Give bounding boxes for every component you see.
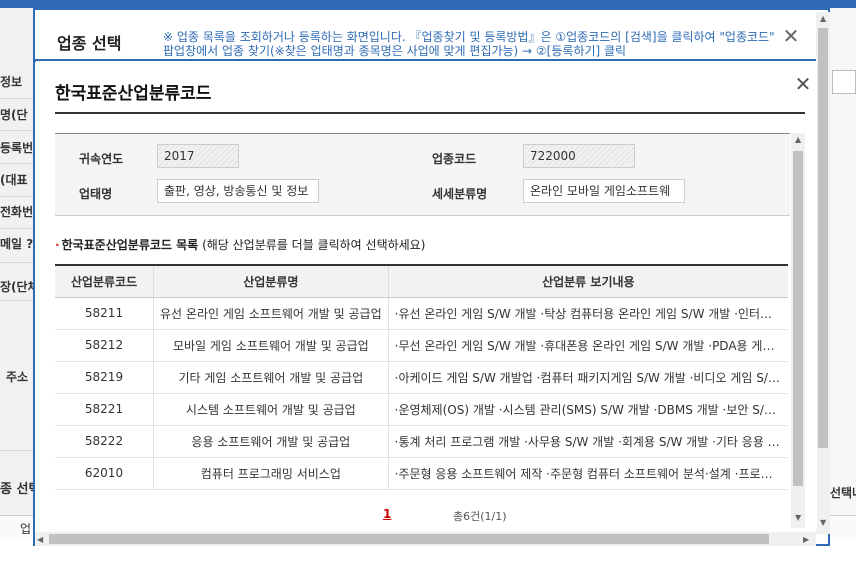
row-description: ·아케이드 게임 S/W 개발업 ·컴퓨터 패키지게임 S/W 개발 ·비디오 … — [388, 361, 788, 394]
background-divider — [0, 196, 34, 197]
background-label-3: 등록번 — [0, 141, 34, 155]
business-type-field[interactable]: 출판, 영상, 방송통신 및 정보 — [157, 179, 319, 203]
ksic-code-table: 산업분류코드 산업분류명 산업분류 보기내용 58211 유선 온라인 게임 소… — [55, 264, 788, 490]
industry-code-field[interactable]: 722000 — [523, 144, 635, 168]
close-icon[interactable]: ✕ — [779, 24, 803, 48]
table-row[interactable]: 58219 기타 게임 소프트웨어 개발 및 공급업 ·아케이드 게임 S/W … — [55, 361, 788, 394]
background-top-bar — [0, 0, 856, 8]
background-right-button[interactable] — [832, 70, 856, 94]
table-row[interactable]: 62010 컴퓨터 프로그래밍 서비스업 ·주문형 응용 소프트웨어 제작 ·주… — [55, 457, 788, 490]
year-label: 귀속연도 — [79, 152, 124, 166]
background-divider — [0, 450, 34, 451]
background-label-1: 정보 — [0, 75, 23, 89]
code-list-hint: (해당 산업분류를 더블 클릭하여 선택하세요) — [202, 238, 426, 252]
column-header-code: 산업분류코드 — [55, 265, 155, 298]
scroll-down-icon[interactable]: ▼ — [820, 518, 826, 528]
industry-select-notice: ※ 업종 목록을 조회하거나 등록하는 화면입니다. 『업종찾기 및 등록방법』… — [163, 30, 775, 58]
column-header-name: 산업분류명 — [153, 265, 389, 298]
industry-code-label: 업종코드 — [432, 152, 477, 166]
outer-horizontal-scroll-thumb[interactable] — [49, 534, 769, 544]
background-divider — [0, 262, 34, 263]
bullet-icon: · — [55, 238, 60, 252]
background-divider — [0, 228, 34, 229]
scroll-up-icon[interactable]: ▲ — [820, 14, 826, 24]
sub-category-field[interactable]: 온라인 모바일 게임소프트웨 — [523, 179, 685, 203]
table-row[interactable]: 58212 모바일 게임 소프트웨어 개발 및 공급업 ·무선 온라인 게임 S… — [55, 329, 788, 362]
industry-select-title: 업종 선택 — [57, 34, 122, 53]
table-header-row: 산업분류코드 산업분류명 산업분류 보기내용 — [55, 265, 788, 298]
row-name: 기타 게임 소프트웨어 개발 및 공급업 — [153, 361, 389, 394]
row-code: 58211 — [55, 297, 155, 330]
close-icon[interactable]: ✕ — [792, 73, 814, 95]
background-label-5: 전화번 — [0, 205, 34, 219]
scroll-left-icon[interactable]: ◀ — [37, 535, 43, 545]
row-code: 58221 — [55, 393, 155, 426]
background-label-2: 명(단 — [0, 108, 28, 122]
background-right-label: 선택나 — [830, 486, 856, 500]
row-description: ·운영체제(OS) 개발 ·시스템 관리(SMS) S/W 개발 ·DBMS 개… — [388, 393, 788, 426]
row-description: ·유선 온라인 게임 S/W 개발 ·탁상 컴퓨터용 온라인 게임 S/W 개발… — [388, 297, 788, 330]
row-name: 유선 온라인 게임 소프트웨어 개발 및 공급업 — [153, 297, 389, 330]
search-form: 귀속연도 2017 업종코드 722000 업태명 출판, 영상, 방송통신 및… — [55, 133, 790, 216]
business-type-label: 업태명 — [79, 187, 113, 201]
row-code: 62010 — [55, 457, 155, 490]
row-code: 58222 — [55, 425, 155, 458]
outer-vertical-scroll-thumb[interactable] — [818, 28, 828, 448]
background-divider — [0, 300, 34, 301]
pagination: 1 총6건(1/1) — [36, 507, 817, 523]
ksic-code-modal: 한국표준산업분류코드 ✕ 귀속연도 2017 업종코드 722000 업태명 출… — [36, 61, 817, 530]
row-name: 컴퓨터 프로그래밍 서비스업 — [153, 457, 389, 490]
background-bottom-label: 업 — [20, 522, 32, 536]
row-description: ·통계 처리 프로그램 개발 ·사무용 S/W 개발 ·회계용 S/W 개발 ·… — [388, 425, 788, 458]
table-row[interactable]: 58221 시스템 소프트웨어 개발 및 공급업 ·운영체제(OS) 개발 ·시… — [55, 393, 788, 426]
scroll-right-icon[interactable]: ▶ — [803, 535, 809, 545]
sub-category-label: 세세분류명 — [432, 187, 488, 201]
scroll-up-icon[interactable]: ▲ — [795, 135, 801, 145]
result-count: 총6건(1/1) — [453, 510, 507, 523]
industry-select-header: 업종 선택 ※ 업종 목록을 조회하거나 등록하는 화면입니다. 『업종찾기 및… — [35, 10, 828, 62]
year-field[interactable]: 2017 — [157, 144, 239, 168]
row-code: 58212 — [55, 329, 155, 362]
code-list-title: · 한국표준산업분류코드 목록 (해당 산업분류를 더블 클릭하여 선택하세요) — [55, 236, 425, 253]
background-divider — [0, 130, 34, 131]
row-name: 시스템 소프트웨어 개발 및 공급업 — [153, 393, 389, 426]
column-header-description: 산업분류 보기내용 — [388, 265, 788, 298]
row-name: 응용 소프트웨어 개발 및 공급업 — [153, 425, 389, 458]
background-label-4: (대표 — [0, 173, 28, 187]
row-description: ·무선 온라인 게임 S/W 개발 ·휴대폰용 온라인 게임 S/W 개발 ·P… — [388, 329, 788, 362]
table-row[interactable]: 58211 유선 온라인 게임 소프트웨어 개발 및 공급업 ·유선 온라인 게… — [55, 297, 788, 330]
background-label-6: 메일 ? — [0, 237, 34, 251]
row-description: ·주문형 응용 소프트웨어 제작 ·주문형 컴퓨터 소프트웨어 분석·설계 ·프… — [388, 457, 788, 490]
background-divider — [0, 98, 34, 99]
inner-vertical-scroll-thumb[interactable] — [793, 151, 803, 486]
row-code: 58219 — [55, 361, 155, 394]
page-link-1[interactable]: 1 — [383, 507, 391, 521]
table-row[interactable]: 58222 응용 소프트웨어 개발 및 공급업 ·통계 처리 프로그램 개발 ·… — [55, 425, 788, 458]
ksic-modal-title: 한국표준산업분류코드 — [55, 84, 212, 104]
code-list-title-text: 한국표준산업분류코드 목록 — [61, 238, 199, 252]
row-name: 모바일 게임 소프트웨어 개발 및 공급업 — [153, 329, 389, 362]
background-label-7: 장(단체 — [0, 280, 34, 294]
industry-select-modal: 업종 선택 ※ 업종 목록을 조회하거나 등록하는 화면입니다. 『업종찾기 및… — [33, 8, 830, 546]
background-divider — [0, 163, 34, 164]
title-divider — [55, 112, 805, 114]
